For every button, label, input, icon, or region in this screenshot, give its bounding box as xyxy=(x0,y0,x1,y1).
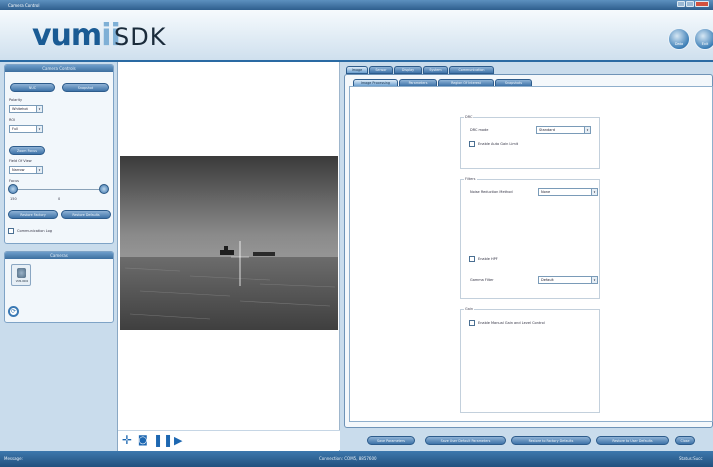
minimize-button[interactable] xyxy=(677,1,685,7)
hpf-label: Enable HPF xyxy=(478,257,498,261)
restore-factory-button[interactable]: Restore Factory xyxy=(8,210,58,219)
roi-label: ROI xyxy=(9,118,16,122)
maximize-button[interactable] xyxy=(686,1,694,7)
title-bar: Camera Control xyxy=(0,0,713,10)
restore-factory-defaults-button[interactable]: Restore to Factory Defaults xyxy=(511,436,591,445)
gain-group: Gain Enable Manual Gain and Level Contro… xyxy=(460,307,600,413)
drc-group: DRC DRC mode Standard ▾ Enable Auto Gain … xyxy=(460,115,600,169)
save-parameters-button[interactable]: Save Parameters xyxy=(367,436,415,445)
auto-gain-checkbox[interactable] xyxy=(469,141,475,147)
restore-defaults-button[interactable]: Restore Defaults xyxy=(61,210,111,219)
focus-label: Focus xyxy=(9,179,19,183)
gamma-filter-select[interactable]: Default ▾ xyxy=(538,276,598,284)
manual-gain-checkbox[interactable] xyxy=(469,320,475,326)
drc-mode-label: DRC mode xyxy=(470,128,489,132)
video-feed[interactable] xyxy=(120,156,338,330)
data-icon[interactable]: Data xyxy=(668,28,690,50)
bottom-buttons: Save Parameters Save User Default Parame… xyxy=(340,432,713,450)
cameras-title: Cameras xyxy=(5,252,113,259)
tab-communication[interactable]: Communication xyxy=(449,66,494,74)
app-logo: vumii xyxy=(32,18,121,53)
noise-reduction-select[interactable]: None ▾ xyxy=(538,188,598,196)
close-button[interactable]: Close xyxy=(675,436,695,445)
communication-log-label: Communication Log xyxy=(17,229,52,233)
drc-group-title: DRC xyxy=(464,115,474,119)
refresh-icon[interactable]: ⟳ xyxy=(8,306,19,317)
webcam-icon xyxy=(17,268,26,278)
pause-icon[interactable]: ❚❚ xyxy=(153,434,173,447)
filters-group: Filters Noise Reduction Method None ▾ Ena… xyxy=(460,177,600,299)
filters-group-title: Filters xyxy=(464,177,477,181)
camera-snapshot-icon[interactable]: ◙ xyxy=(138,434,148,447)
camera-controls-title: Camera Controls xyxy=(5,65,113,72)
play-icon[interactable]: ▶ xyxy=(174,434,182,447)
video-toolbar: ✛ ◙ ❚❚ ▶ xyxy=(118,430,340,450)
zoom-focus-button[interactable]: Zoom Focus xyxy=(9,146,45,155)
communication-log-checkbox[interactable] xyxy=(8,228,14,234)
cameras-panel: Cameras VUM-0002 ⟳ xyxy=(4,251,114,323)
tab-image[interactable]: Image xyxy=(346,66,368,74)
hpf-checkbox[interactable] xyxy=(469,256,475,262)
polarity-select[interactable]: Whitehot ▾ xyxy=(9,105,43,113)
nuc-button[interactable]: NUC xyxy=(10,83,55,92)
tab-system[interactable]: System xyxy=(423,66,448,74)
focus-decrease-button[interactable] xyxy=(8,184,18,194)
tab-display[interactable]: Display xyxy=(394,66,422,74)
noise-reduction-label: Noise Reduction Method xyxy=(470,190,513,194)
focus-value: 0 xyxy=(58,197,61,201)
snapshot-button[interactable]: Snapshot xyxy=(62,83,109,92)
close-window-button[interactable] xyxy=(695,1,709,7)
camera-controls-panel: Camera Controls NUC Snapshot Polarity Wh… xyxy=(4,64,114,244)
focus-increase-button[interactable] xyxy=(99,184,109,194)
status-message: Message: xyxy=(4,456,23,461)
restore-user-defaults-button[interactable]: Restore to User Defaults xyxy=(596,436,669,445)
main-tabs: Image Sensor Display System Communicatio… xyxy=(344,66,713,74)
sdk-label: SDK xyxy=(114,23,167,51)
status-text: Status:Succ xyxy=(679,456,703,461)
window-title: Camera Control xyxy=(8,2,40,8)
exit-icon[interactable]: Exit xyxy=(694,28,713,50)
manual-gain-label: Enable Manual Gain and Level Control xyxy=(478,321,545,325)
auto-gain-label: Enable Auto Gain Limit xyxy=(478,142,519,146)
camera-label: VUM-0002 xyxy=(15,280,29,283)
gamma-filter-label: Gamma Filter xyxy=(470,278,494,282)
image-processing-panel: DRC DRC mode Standard ▾ Enable Auto Gain … xyxy=(349,86,713,422)
save-user-default-button[interactable]: Save User Default Parameters xyxy=(425,436,506,445)
status-connection: Connection: COM5, 8857600 xyxy=(319,456,377,461)
focus-min: 150 xyxy=(10,197,17,201)
left-sidebar: Camera Controls NUC Snapshot Polarity Wh… xyxy=(0,62,118,451)
roi-select[interactable]: Full ▾ xyxy=(9,125,43,133)
status-bar: Message: Connection: COM5, 8857600 Statu… xyxy=(0,451,713,467)
tab-sensor[interactable]: Sensor xyxy=(369,66,393,74)
fov-select[interactable]: Narrow ▾ xyxy=(9,166,43,174)
fov-label: Field Of View xyxy=(9,159,32,163)
drc-mode-select[interactable]: Standard ▾ xyxy=(536,126,591,134)
crosshair-icon[interactable]: ✛ xyxy=(122,434,132,447)
gain-group-title: Gain xyxy=(464,307,475,311)
polarity-label: Polarity xyxy=(9,98,23,102)
focus-slider-track[interactable] xyxy=(17,189,99,190)
camera-tile[interactable]: VUM-0002 xyxy=(11,264,31,286)
